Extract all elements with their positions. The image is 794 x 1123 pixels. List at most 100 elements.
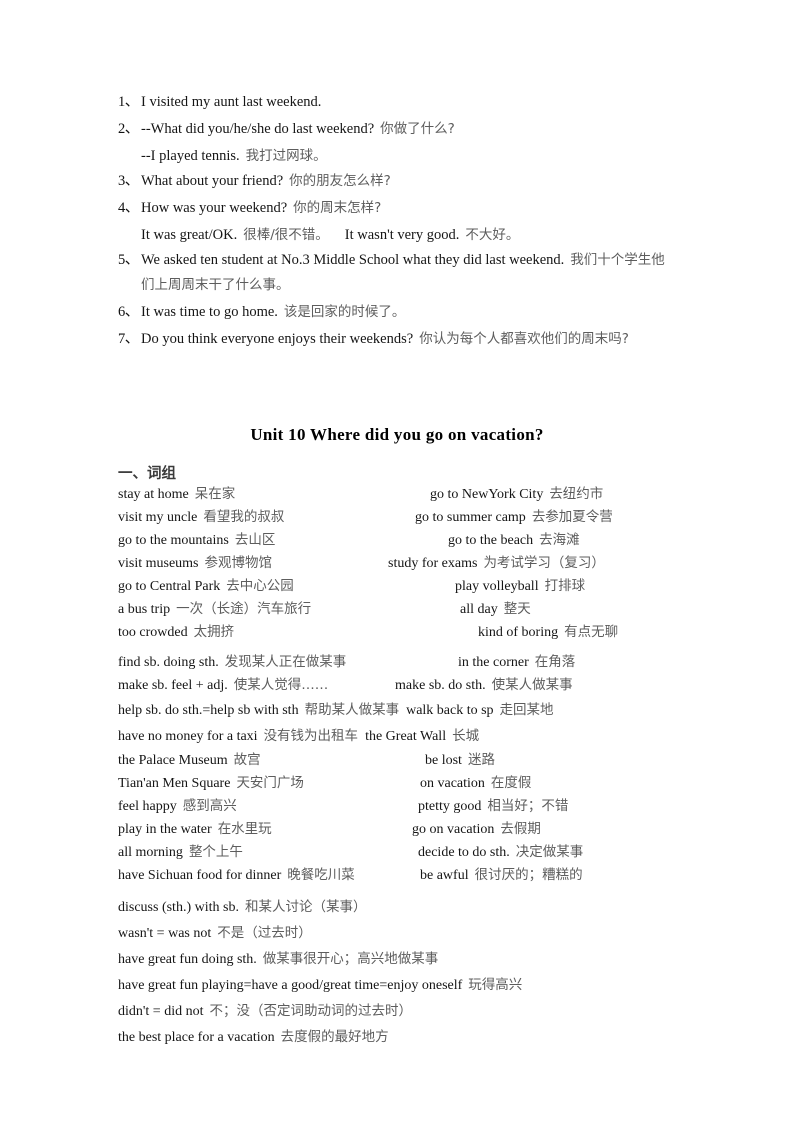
sentence-english: We asked ten student at No.3 Middle Scho… [141,252,565,268]
phrase-row: feel happy 感到高兴 ptetty good 相当好；不错 [118,795,718,818]
phrase-row: stay at home 呆在家 go to NewYork City 去纽约市 [118,483,718,506]
item-number: 1、 [118,94,139,110]
phrase-chinese: 玩得高兴 [468,977,523,993]
item-body: I visited my aunt last weekend. [141,90,678,115]
phrase-flow: have no money for a taxi 没有钱为出租车 the Great… [118,723,479,750]
phrase-left: visit museums 参观博物馆 [118,552,272,575]
phrase-row: visit museums 参观博物馆 study for exams 为考试学习（复… [118,552,718,575]
item-body: How was your weekend? 你的周末怎样? [141,196,678,221]
phrase-row: have Sichuan food for dinner 晚餐吃川菜 be awfu… [118,864,718,887]
phrase-chinese: 故宫 [233,752,261,768]
phrase-chinese: 呆在家 [194,486,236,502]
phrase-flow: help sb. do sth.=help sb with sth 帮助某人做某事… [118,697,554,724]
phrase-left: a bus trip 一次（长途）汽车旅行 [118,598,311,621]
sentence-sub-english: --I played tennis. [141,148,240,164]
phrase-left: Tian'an Men Square 天安门广场 [118,772,304,795]
phrase-english: have great fun doing sth. [118,952,257,967]
phrase-english: have Sichuan food for dinner [118,868,282,883]
phrase-chinese-2: 有点无聊 [564,624,619,640]
phrase-chinese-2: 去参加夏令营 [531,509,613,525]
phrase-chinese: 去度假的最好地方 [280,1029,389,1045]
phrase-row: go to the mountains 去山区 go to the beach 去海滩 [118,529,718,552]
phrase-english-2: make sb. do sth. [395,678,486,693]
sentence-english: Do you think everyone enjoys their weeke… [141,331,414,347]
item-number: 7、 [118,331,139,347]
phrase-chinese: 没有钱为出租车 [263,728,359,744]
item-number: 5、 [118,252,139,268]
phrase-chinese: 不；没（否定词助动词的过去时） [209,1003,412,1019]
phrase-chinese-2: 去纽约市 [549,486,604,502]
phrase-left: feel happy 感到高兴 [118,795,237,818]
phrase-flow: didn't = did not 不；没（否定词助动词的过去时） [118,998,412,1025]
phrase-row: a bus trip 一次（长途）汽车旅行 all day 整天 [118,598,718,621]
item-number: 6、 [118,304,139,320]
sentence-sub-english: It was great/OK. [141,227,238,243]
phrase-english: visit my uncle [118,510,198,525]
phrase-english: the best place for a vacation [118,1030,275,1045]
phrase-row: make sb. feel + adj. 使某人觉得…… make sb. do s… [118,674,718,697]
phrase-chinese-2: 去假期 [500,821,541,837]
phrase-english-2: walk back to sp [406,703,494,718]
section-heading: 一、词组 [118,466,176,482]
item-number: 2、 [118,121,139,137]
phrase-right: play volleyball 打排球 [455,575,585,598]
item-body: --What did you/he/she do last weekend? 你做… [141,117,678,142]
phrase-left: go to Central Park 去中心公园 [118,575,294,598]
sentence-chinese: 你的周末怎样? [293,200,382,216]
phrase-chinese-2: 为考试学习（复习） [483,555,605,571]
phrase-chinese-2: 使某人做某事 [491,677,573,693]
phrase-right: study for exams 为考试学习（复习） [388,552,605,575]
phrase-english-2: be awful [420,868,469,883]
phrase-row: too crowded 太拥挤 kind of boring 有点无聊 [118,621,718,644]
list-item: 3、 What about your friend? 你的朋友怎么样? [118,169,678,194]
worksheet-page: 1、 I visited my aunt last weekend. 2、 --… [0,0,794,1123]
phrase-english: too crowded [118,625,188,640]
phrase-row: Tian'an Men Square 天安门广场 on vacation 在度假 [118,772,718,795]
phrase-english: stay at home [118,487,189,502]
sentence-english: --What did you/he/she do last weekend? [141,121,375,137]
sentence-chinese: 你认为每个人都喜欢他们的周末吗? [419,331,629,347]
phrase-spacer [118,887,718,894]
phrase-english: have great fun playing=have a good/great… [118,978,463,993]
phrase-right: all day 整天 [460,598,531,621]
phrase-english: Tian'an Men Square [118,776,231,791]
phrase-left: have Sichuan food for dinner 晚餐吃川菜 [118,864,355,887]
phrase-row: visit my uncle 看望我的叔叔 go to summer camp 去参加… [118,506,718,529]
sentence-chinese: 你的朋友怎么样? [289,173,391,189]
sentence-sub-chinese: 很棒/很不错。 [243,227,329,243]
phrase-right: make sb. do sth. 使某人做某事 [395,674,573,697]
phrase-row: go to Central Park 去中心公园 play volleyball 打排… [118,575,718,598]
phrase-row: the Palace Museum 故宫 be lost 迷路 [118,749,718,772]
phrase-row: help sb. do sth.=help sb with sth 帮助某人做某事… [118,697,718,723]
phrase-left: the Palace Museum 故宫 [118,749,261,772]
phrase-chinese: 发现某人正在做某事 [224,654,347,670]
phrase-left: find sb. doing sth. 发现某人正在做某事 [118,651,346,674]
phrase-right: in the corner 在角落 [458,651,575,674]
phrase-chinese: 看望我的叔叔 [203,509,285,525]
phrase-right: go to NewYork City 去纽约市 [430,483,603,506]
phrase-flow: the best place for a vacation 去度假的最好地方 [118,1024,389,1051]
phrase-chinese: 和某人讨论（某事） [244,899,367,915]
phrase-chinese-2: 迷路 [467,752,495,768]
phrase-row: all morning 整个上午 decide to do sth. 决定做某事 [118,841,718,864]
item-body: It was time to go home. 该是回家的时候了。 [141,300,678,325]
item-body: What about your friend? 你的朋友怎么样? [141,169,678,194]
phrase-english-2: the Great Wall [365,729,447,744]
phrase-chinese-2: 相当好；不错 [487,798,569,814]
phrase-chinese: 使某人觉得…… [233,677,329,693]
phrase-english: didn't = did not [118,1004,204,1019]
sentence-english: What about your friend? [141,173,284,189]
item-number: 4、 [118,200,139,216]
phrase-list: stay at home 呆在家 go to NewYork City 去纽约市 vis… [118,483,718,1050]
sentence-english: I visited my aunt last weekend. [141,94,322,110]
phrase-chinese: 在水里玩 [217,821,272,837]
phrase-row: find sb. doing sth. 发现某人正在做某事 in the corne… [118,651,718,674]
phrase-right: ptetty good 相当好；不错 [418,795,568,818]
phrase-english-2: kind of boring [478,625,559,640]
phrase-english: find sb. doing sth. [118,655,219,670]
phrase-right: kind of boring 有点无聊 [478,621,618,644]
phrase-right: go to the beach 去海滩 [448,529,580,552]
phrase-left: stay at home 呆在家 [118,483,235,506]
list-item: 2、 --What did you/he/she do last weekend… [118,117,678,142]
sentence-english: It was time to go home. [141,304,278,320]
